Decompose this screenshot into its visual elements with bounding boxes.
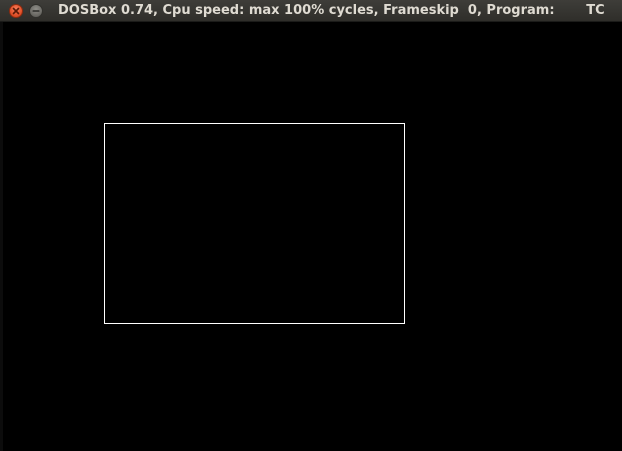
drawn-rectangle xyxy=(104,123,405,324)
dos-display-area[interactable] xyxy=(3,22,622,451)
window-titlebar[interactable]: DOSBox 0.74, Cpu speed: max 100% cycles,… xyxy=(0,0,622,22)
window-title: DOSBox 0.74, Cpu speed: max 100% cycles,… xyxy=(58,3,605,18)
dosbox-window: DOSBox 0.74, Cpu speed: max 100% cycles,… xyxy=(0,0,622,451)
close-icon xyxy=(12,7,20,15)
close-button[interactable] xyxy=(9,4,23,18)
minimize-icon xyxy=(32,10,40,12)
minimize-button[interactable] xyxy=(29,4,43,18)
